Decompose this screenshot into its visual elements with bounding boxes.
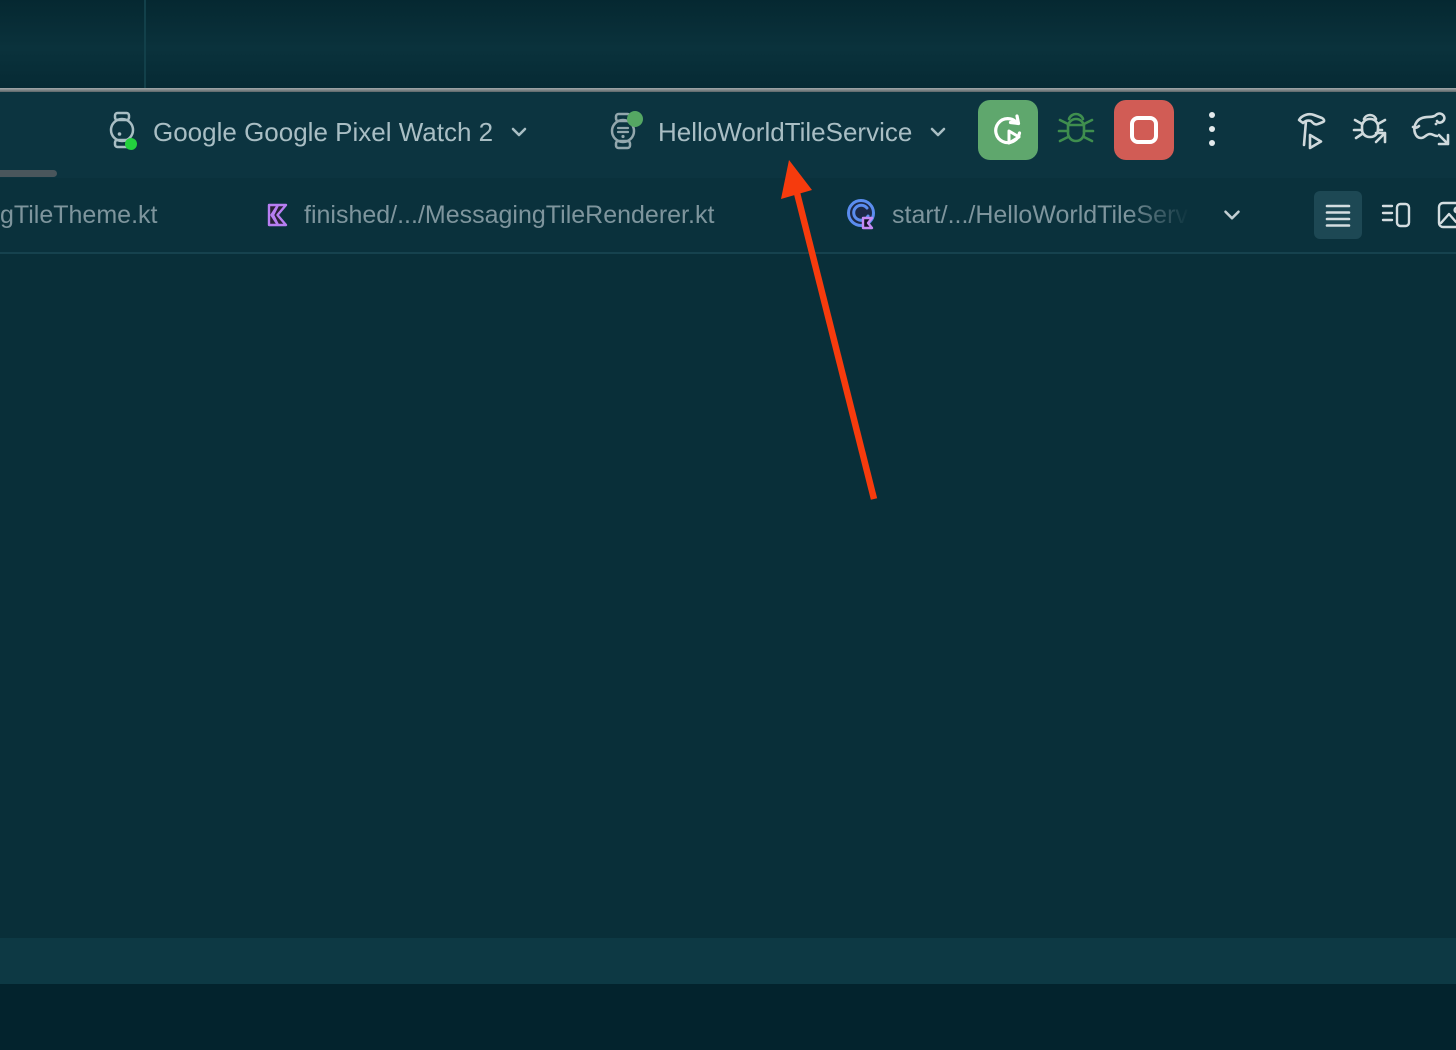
- tab-label: gTileTheme.kt: [0, 201, 157, 230]
- bug-arrow-icon: [1347, 107, 1393, 153]
- build-and-run-button[interactable]: [1286, 100, 1338, 160]
- restart-run-icon: [989, 111, 1027, 149]
- code-view-icon: [1325, 202, 1351, 228]
- kebab-menu-icon: [1207, 109, 1217, 151]
- run-toolbar: Google Google Pixel Watch 2 HelloWorldTi…: [0, 92, 1456, 178]
- device-selector-label: Google Google Pixel Watch 2: [153, 117, 493, 148]
- editor-tab-bar: gTileTheme.kt finished/.../MessagingTile…: [0, 178, 1456, 254]
- tabbar-hscroll-thumb[interactable]: [0, 170, 57, 177]
- tab-messaging-tile-renderer[interactable]: finished/.../MessagingTileRenderer.kt: [264, 178, 714, 252]
- watch-device-icon: [103, 110, 143, 154]
- attach-debugger-button[interactable]: [1344, 100, 1396, 160]
- tool-window-band: [0, 938, 1456, 984]
- device-selector[interactable]: Google Google Pixel Watch 2: [103, 106, 531, 158]
- editor-area[interactable]: [0, 254, 1456, 938]
- kotlin-file-icon: [264, 201, 292, 229]
- design-view-icon: [1437, 201, 1456, 229]
- chevron-down-icon: [926, 120, 950, 144]
- gradle-sync-button[interactable]: [1402, 100, 1456, 160]
- gradle-elephant-sync-icon: [1405, 107, 1453, 153]
- tab-label: start/.../HelloWorldTileServi: [892, 201, 1193, 230]
- status-bar-area: [0, 984, 1456, 1050]
- run-configuration-label: HelloWorldTileService: [658, 117, 912, 148]
- view-mode-split-button[interactable]: [1372, 191, 1420, 239]
- chevron-down-icon[interactable]: [1219, 202, 1245, 228]
- stop-app-button[interactable]: [1114, 100, 1174, 160]
- tab-messaging-tile-theme[interactable]: gTileTheme.kt: [0, 178, 157, 252]
- window-top-strip: [0, 0, 1456, 88]
- split-view-icon: [1381, 202, 1411, 228]
- debug-app-button[interactable]: [1048, 100, 1104, 160]
- panel-divider: [144, 0, 146, 88]
- tab-label: finished/.../MessagingTileRenderer.kt: [304, 201, 714, 230]
- hammer-run-icon: [1289, 107, 1335, 153]
- chevron-down-icon: [507, 120, 531, 144]
- run-configuration-selector[interactable]: HelloWorldTileService: [606, 106, 950, 158]
- tab-hello-world-tile-service[interactable]: start/.../HelloWorldTileServi: [846, 178, 1245, 252]
- tile-service-watch-icon: [606, 109, 648, 155]
- debug-bug-icon: [1055, 109, 1097, 151]
- view-mode-code-button[interactable]: [1314, 191, 1362, 239]
- tile-run-target-icon: [846, 197, 880, 233]
- rerun-app-button[interactable]: [978, 100, 1038, 160]
- more-actions-button[interactable]: [1192, 100, 1232, 160]
- view-mode-design-button[interactable]: [1428, 191, 1456, 239]
- stop-icon: [1127, 113, 1161, 147]
